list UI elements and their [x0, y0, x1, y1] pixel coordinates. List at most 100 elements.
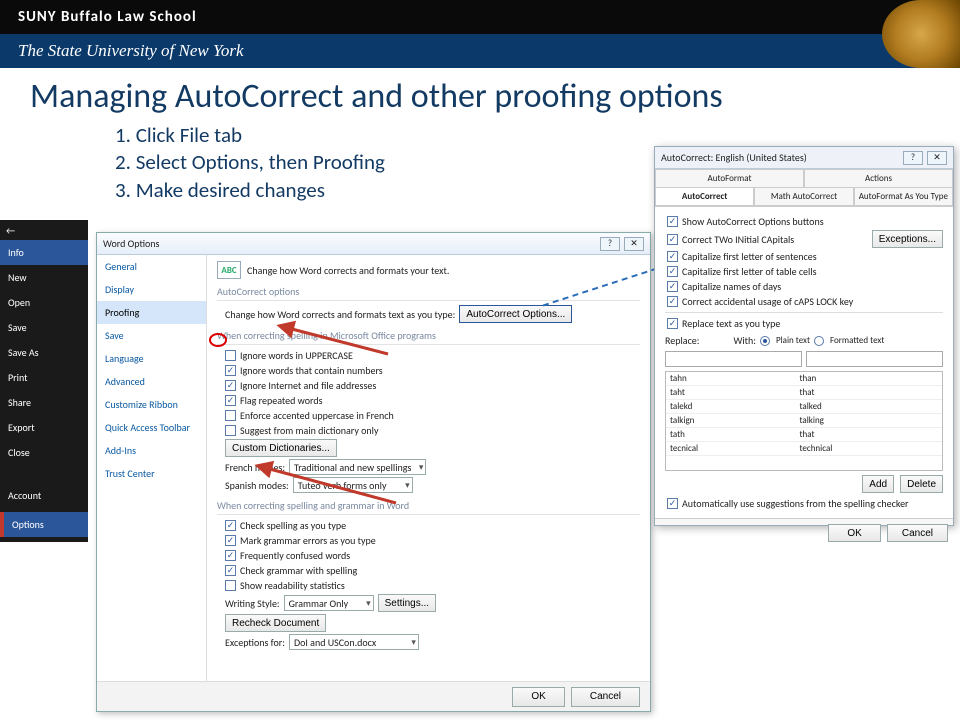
tab-math-autocorrect[interactable]: Math AutoCorrect [754, 188, 853, 206]
with-label: With: [733, 334, 755, 347]
arrow-to-spellcheck [256, 463, 406, 513]
ac-body: Show AutoCorrect Options buttons Correct… [655, 207, 953, 518]
add-button[interactable]: Add [862, 475, 894, 493]
file-menu-print[interactable]: Print [0, 365, 88, 390]
replace-input[interactable] [665, 351, 802, 367]
ok-button[interactable]: OK [512, 687, 564, 707]
file-menu-new[interactable]: New [0, 265, 88, 290]
ac-help-button[interactable]: ? [903, 151, 923, 165]
tab-autoformat-as-type[interactable]: AutoFormat As You Type [854, 188, 953, 206]
chk-replace-text[interactable] [667, 318, 678, 329]
lbl-grammar-spell: Check grammar with spelling [240, 564, 357, 577]
chk-numbers[interactable] [225, 365, 236, 376]
chk-repeated[interactable] [225, 395, 236, 406]
ac-footer: OK Cancel [655, 518, 953, 547]
nav-qat[interactable]: Quick Access Toolbar [97, 416, 206, 439]
file-menu-saveas[interactable]: Save As [0, 340, 88, 365]
ac-close-button[interactable]: ✕ [927, 151, 947, 165]
back-button[interactable]: ← [0, 220, 88, 240]
school-subtitle: The State University of New York [18, 41, 244, 61]
file-menu-close[interactable]: Close [0, 440, 88, 465]
chk-uppercase[interactable] [225, 350, 236, 361]
close-button[interactable]: ✕ [624, 237, 644, 251]
slide-body: Managing AutoCorrect and other proofing … [0, 68, 960, 720]
exceptions-button[interactable]: Exceptions... [872, 230, 943, 248]
chk-cap-table[interactable] [667, 266, 678, 277]
nav-save[interactable]: Save [97, 324, 206, 347]
file-menu-account[interactable]: Account [0, 483, 88, 508]
nav-general[interactable]: General [97, 255, 206, 278]
tab-autocorrect[interactable]: AutoCorrect [655, 188, 754, 206]
proofing-heading: Change how Word corrects and formats you… [247, 264, 449, 277]
dialog-footer: OK Cancel [97, 681, 650, 711]
chk-cap-days[interactable] [667, 281, 678, 292]
lbl-readability: Show readability statistics [240, 579, 345, 592]
chk-two-initial[interactable] [667, 234, 678, 245]
nav-trust-center[interactable]: Trust Center [97, 462, 206, 485]
chk-cap-sentences[interactable] [667, 251, 678, 262]
chk-auto-suggest[interactable] [667, 498, 678, 509]
chk-grammar-spell[interactable] [225, 565, 236, 576]
nav-proofing[interactable]: Proofing [97, 301, 206, 324]
file-menu-options[interactable]: Options [0, 512, 88, 537]
arrow-to-numbers [278, 324, 398, 364]
file-menu-save[interactable]: Save [0, 315, 88, 340]
chk-internet[interactable] [225, 380, 236, 391]
step-1: 1. Click File tab [115, 122, 385, 149]
ac-tab-row-1: AutoFormat Actions [655, 169, 953, 188]
lbl-grammar-as-type: Mark grammar errors as you type [240, 534, 376, 547]
proofing-icon: ABC [217, 261, 241, 279]
dialog-title-text: Word Options [103, 237, 159, 250]
step-2: 2. Select Options, then Proofing [115, 149, 385, 176]
options-nav: General Display Proofing Save Language A… [97, 255, 207, 681]
autocorrect-options-button[interactable]: AutoCorrect Options... [459, 305, 572, 323]
exceptions-select[interactable]: DoI and USCon.docx [289, 634, 419, 650]
nav-customize-ribbon[interactable]: Customize Ribbon [97, 393, 206, 416]
replace-label: Replace: [665, 334, 699, 347]
delete-button[interactable]: Delete [900, 475, 943, 493]
writing-style-label: Writing Style: [225, 597, 280, 610]
chk-french-accent[interactable] [225, 410, 236, 421]
file-menu-open[interactable]: Open [0, 290, 88, 315]
file-menu-export[interactable]: Export [0, 415, 88, 440]
file-menu-share[interactable]: Share [0, 390, 88, 415]
exceptions-label: Exceptions for: [225, 636, 285, 649]
autocorrect-dialog: AutoCorrect: English (United States) ? ✕… [654, 146, 954, 526]
autocorrect-line: Change how Word corrects and formats tex… [225, 308, 455, 321]
ac-cancel-button[interactable]: Cancel [887, 524, 948, 542]
chk-spell-as-type[interactable] [225, 520, 236, 531]
chk-show-ac-buttons[interactable] [667, 216, 678, 227]
ac-ok-button[interactable]: OK [828, 524, 880, 542]
org-banner: SUNY Buffalo Law School The State Univer… [0, 0, 960, 68]
chk-main-dict[interactable] [225, 425, 236, 436]
tab-autoformat[interactable]: AutoFormat [655, 169, 804, 187]
radio-formatted[interactable] [814, 336, 824, 346]
chk-readability[interactable] [225, 580, 236, 591]
back-arrow-icon: ← [6, 224, 15, 237]
nav-addins[interactable]: Add-Ins [97, 439, 206, 462]
nav-display[interactable]: Display [97, 278, 206, 301]
highlight-circle [209, 333, 227, 347]
settings-button[interactable]: Settings... [378, 594, 436, 612]
replace-list[interactable]: tahnthan tahtthat talekdtalked talkignta… [665, 371, 943, 471]
cancel-button[interactable]: Cancel [571, 687, 640, 707]
file-menu-info[interactable]: Info [0, 240, 88, 265]
nav-advanced[interactable]: Advanced [97, 370, 206, 393]
help-button[interactable]: ? [600, 237, 620, 251]
with-input[interactable] [806, 351, 943, 367]
lbl-numbers: Ignore words that contain numbers [240, 364, 383, 377]
custom-dictionaries-button[interactable]: Custom Dictionaries... [225, 439, 337, 457]
tab-actions[interactable]: Actions [804, 169, 953, 187]
lbl-confused: Frequently confused words [240, 549, 350, 562]
seal-icon [882, 0, 960, 68]
recheck-document-button[interactable]: Recheck Document [225, 614, 326, 632]
nav-language[interactable]: Language [97, 347, 206, 370]
writing-style-select[interactable]: Grammar Only [284, 595, 374, 611]
lbl-internet: Ignore Internet and file addresses [240, 379, 376, 392]
chk-confused[interactable] [225, 550, 236, 561]
chk-caps-lock[interactable] [667, 296, 678, 307]
ac-tab-row-2: AutoCorrect Math AutoCorrect AutoFormat … [655, 188, 953, 207]
radio-plain[interactable] [760, 336, 770, 346]
ac-titlebar: AutoCorrect: English (United States) ? ✕ [655, 147, 953, 169]
chk-grammar-as-type[interactable] [225, 535, 236, 546]
